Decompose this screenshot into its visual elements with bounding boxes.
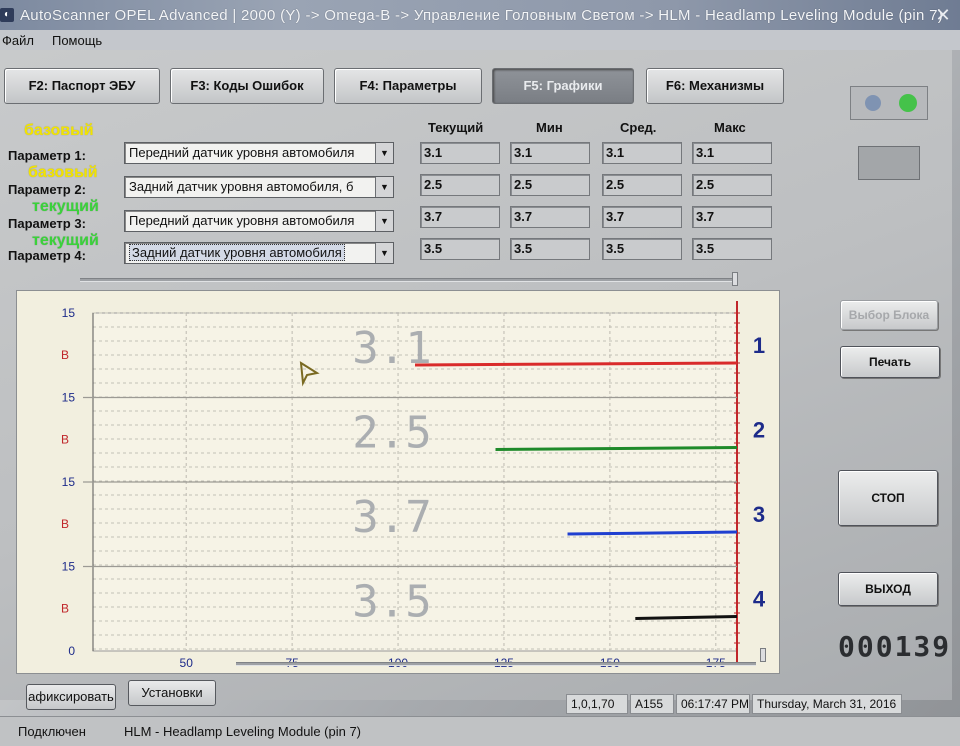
param-3-select[interactable]: Передний датчик уровня автомобиля ▼ xyxy=(124,210,394,232)
top-scrollbar-thumb[interactable] xyxy=(732,272,738,286)
tab-graphs[interactable]: F5: Графики xyxy=(492,68,634,104)
tab-parameters[interactable]: F4: Параметры xyxy=(334,68,482,104)
param-3-label: Параметр 3: xyxy=(8,216,86,231)
print-button[interactable]: Печать xyxy=(840,346,940,378)
settings-button[interactable]: Установки xyxy=(128,680,216,706)
annotation-base-2: базовый xyxy=(28,164,98,181)
y-unit-label: В xyxy=(61,517,69,531)
param-4-label: Параметр 4: xyxy=(8,248,86,263)
x-tick-label: 50 xyxy=(180,656,194,670)
param-4-avg: 3.5 xyxy=(602,238,682,260)
bottom-scrollbar-thumb[interactable] xyxy=(760,648,766,662)
annotation-base-1: базовый xyxy=(24,122,94,139)
chart-svg: 507510012515017515В3.1115В2.5215В3.7315В… xyxy=(61,301,766,670)
big-value-label: 3.7 xyxy=(352,492,431,543)
fix-button[interactable]: афиксировать xyxy=(26,684,116,710)
tab-error-codes[interactable]: F3: Коды Ошибок xyxy=(170,68,324,104)
status-code: A155 xyxy=(630,694,674,714)
param-2-min: 2.5 xyxy=(510,174,590,196)
col-current: Текущий xyxy=(428,120,484,135)
bottom-scrollbar[interactable] xyxy=(236,662,756,666)
status-date: Thursday, March 31, 2016 xyxy=(752,694,902,714)
big-value-label: 3.5 xyxy=(352,577,431,628)
param-4-min: 3.5 xyxy=(510,238,590,260)
col-min: Мин xyxy=(536,120,563,135)
lane-number: 3 xyxy=(753,502,765,527)
param-3-current: 3.7 xyxy=(420,206,500,228)
y-tick-label: 15 xyxy=(62,306,76,320)
menu-help[interactable]: Помощь xyxy=(50,33,104,48)
annotation-current-3: текущий xyxy=(32,198,99,215)
connection-indicator xyxy=(850,86,928,120)
y-unit-label: В xyxy=(61,433,69,447)
chevron-down-icon[interactable]: ▼ xyxy=(375,243,393,263)
series-line-4 xyxy=(635,615,738,620)
module-name: HLM - Headlamp Leveling Module (pin 7) xyxy=(124,724,362,739)
title-bar: ◐ AutoScanner OPEL Advanced | 2000 (Y) -… xyxy=(0,0,960,30)
chart-panel: 507510012515017515В3.1115В2.5215В3.7315В… xyxy=(16,290,780,674)
param-4-max: 3.5 xyxy=(692,238,772,260)
param-2-value: Задний датчик уровня автомобиля, б xyxy=(129,179,354,194)
y-tick-label: 15 xyxy=(62,560,76,574)
param-2-max: 2.5 xyxy=(692,174,772,196)
tab-mechanisms[interactable]: F6: Механизмы xyxy=(646,68,784,104)
series-line-3 xyxy=(567,530,738,536)
param-3-avg: 3.7 xyxy=(602,206,682,228)
window-title: AutoScanner OPEL Advanced | 2000 (Y) -> … xyxy=(20,6,944,24)
param-1-min: 3.1 xyxy=(510,142,590,164)
col-avg: Сред. xyxy=(620,120,657,135)
y-tick-label: 15 xyxy=(62,475,76,489)
y-tick-label: 15 xyxy=(62,391,76,405)
chevron-down-icon[interactable]: ▼ xyxy=(375,177,393,197)
y-unit-label: В xyxy=(61,602,69,616)
app-icon: ◐ xyxy=(0,8,14,22)
param-3-max: 3.7 xyxy=(692,206,772,228)
close-icon[interactable]: ✕ xyxy=(932,4,954,26)
sample-counter: 000139 xyxy=(838,630,952,663)
series-line-1 xyxy=(414,361,738,367)
exit-button[interactable]: ВЫХОД xyxy=(838,572,938,606)
stop-button[interactable]: СТОП xyxy=(838,470,938,526)
param-2-label: Параметр 2: xyxy=(8,182,86,197)
col-max: Макс xyxy=(714,120,746,135)
menu-file[interactable]: Файл xyxy=(0,33,36,48)
param-4-current: 3.5 xyxy=(420,238,500,260)
tab-ecu-passport[interactable]: F2: Паспорт ЭБУ xyxy=(4,68,160,104)
led-icon xyxy=(858,146,920,180)
y-unit-label: В xyxy=(61,348,69,362)
status-time: 06:17:47 PM xyxy=(676,694,750,714)
param-1-max: 3.1 xyxy=(692,142,772,164)
param-2-select[interactable]: Задний датчик уровня автомобиля, б ▼ xyxy=(124,176,394,198)
lane-number: 2 xyxy=(753,418,765,443)
chevron-down-icon[interactable]: ▼ xyxy=(375,211,393,231)
chevron-down-icon[interactable]: ▼ xyxy=(375,143,393,163)
param-1-current: 3.1 xyxy=(420,142,500,164)
y-tick-zero: 0 xyxy=(68,644,75,658)
param-1-avg: 3.1 xyxy=(602,142,682,164)
select-block-button[interactable]: Выбор Блока xyxy=(840,300,938,330)
lane-number: 4 xyxy=(753,587,766,612)
menu-bar: Файл Помощь xyxy=(0,30,960,50)
connected-icon xyxy=(899,94,917,112)
param-3-min: 3.7 xyxy=(510,206,590,228)
param-2-current: 2.5 xyxy=(420,174,500,196)
param-3-value: Передний датчик уровня автомобиля xyxy=(129,213,355,228)
param-4-select[interactable]: Задний датчик уровня автомобиля ▼ xyxy=(124,242,394,264)
param-1-value: Передний датчик уровня автомобиля xyxy=(129,145,355,160)
status-dot-icon xyxy=(865,95,881,111)
status-coords: 1,0,1,70 xyxy=(566,694,628,714)
lane-number: 1 xyxy=(753,333,765,358)
connection-status: Подключен xyxy=(18,724,86,739)
param-1-label: Параметр 1: xyxy=(8,148,86,163)
big-value-label: 2.5 xyxy=(352,408,431,459)
param-2-avg: 2.5 xyxy=(602,174,682,196)
param-4-value: Задний датчик уровня автомобиля xyxy=(129,244,345,261)
status-bar: Подключен HLM - Headlamp Leveling Module… xyxy=(0,716,960,746)
top-scrollbar[interactable] xyxy=(80,278,736,282)
param-1-select[interactable]: Передний датчик уровня автомобиля ▼ xyxy=(124,142,394,164)
main-window: F2: Паспорт ЭБУ F3: Коды Ошибок F4: Пара… xyxy=(0,50,952,710)
series-line-2 xyxy=(495,446,738,451)
